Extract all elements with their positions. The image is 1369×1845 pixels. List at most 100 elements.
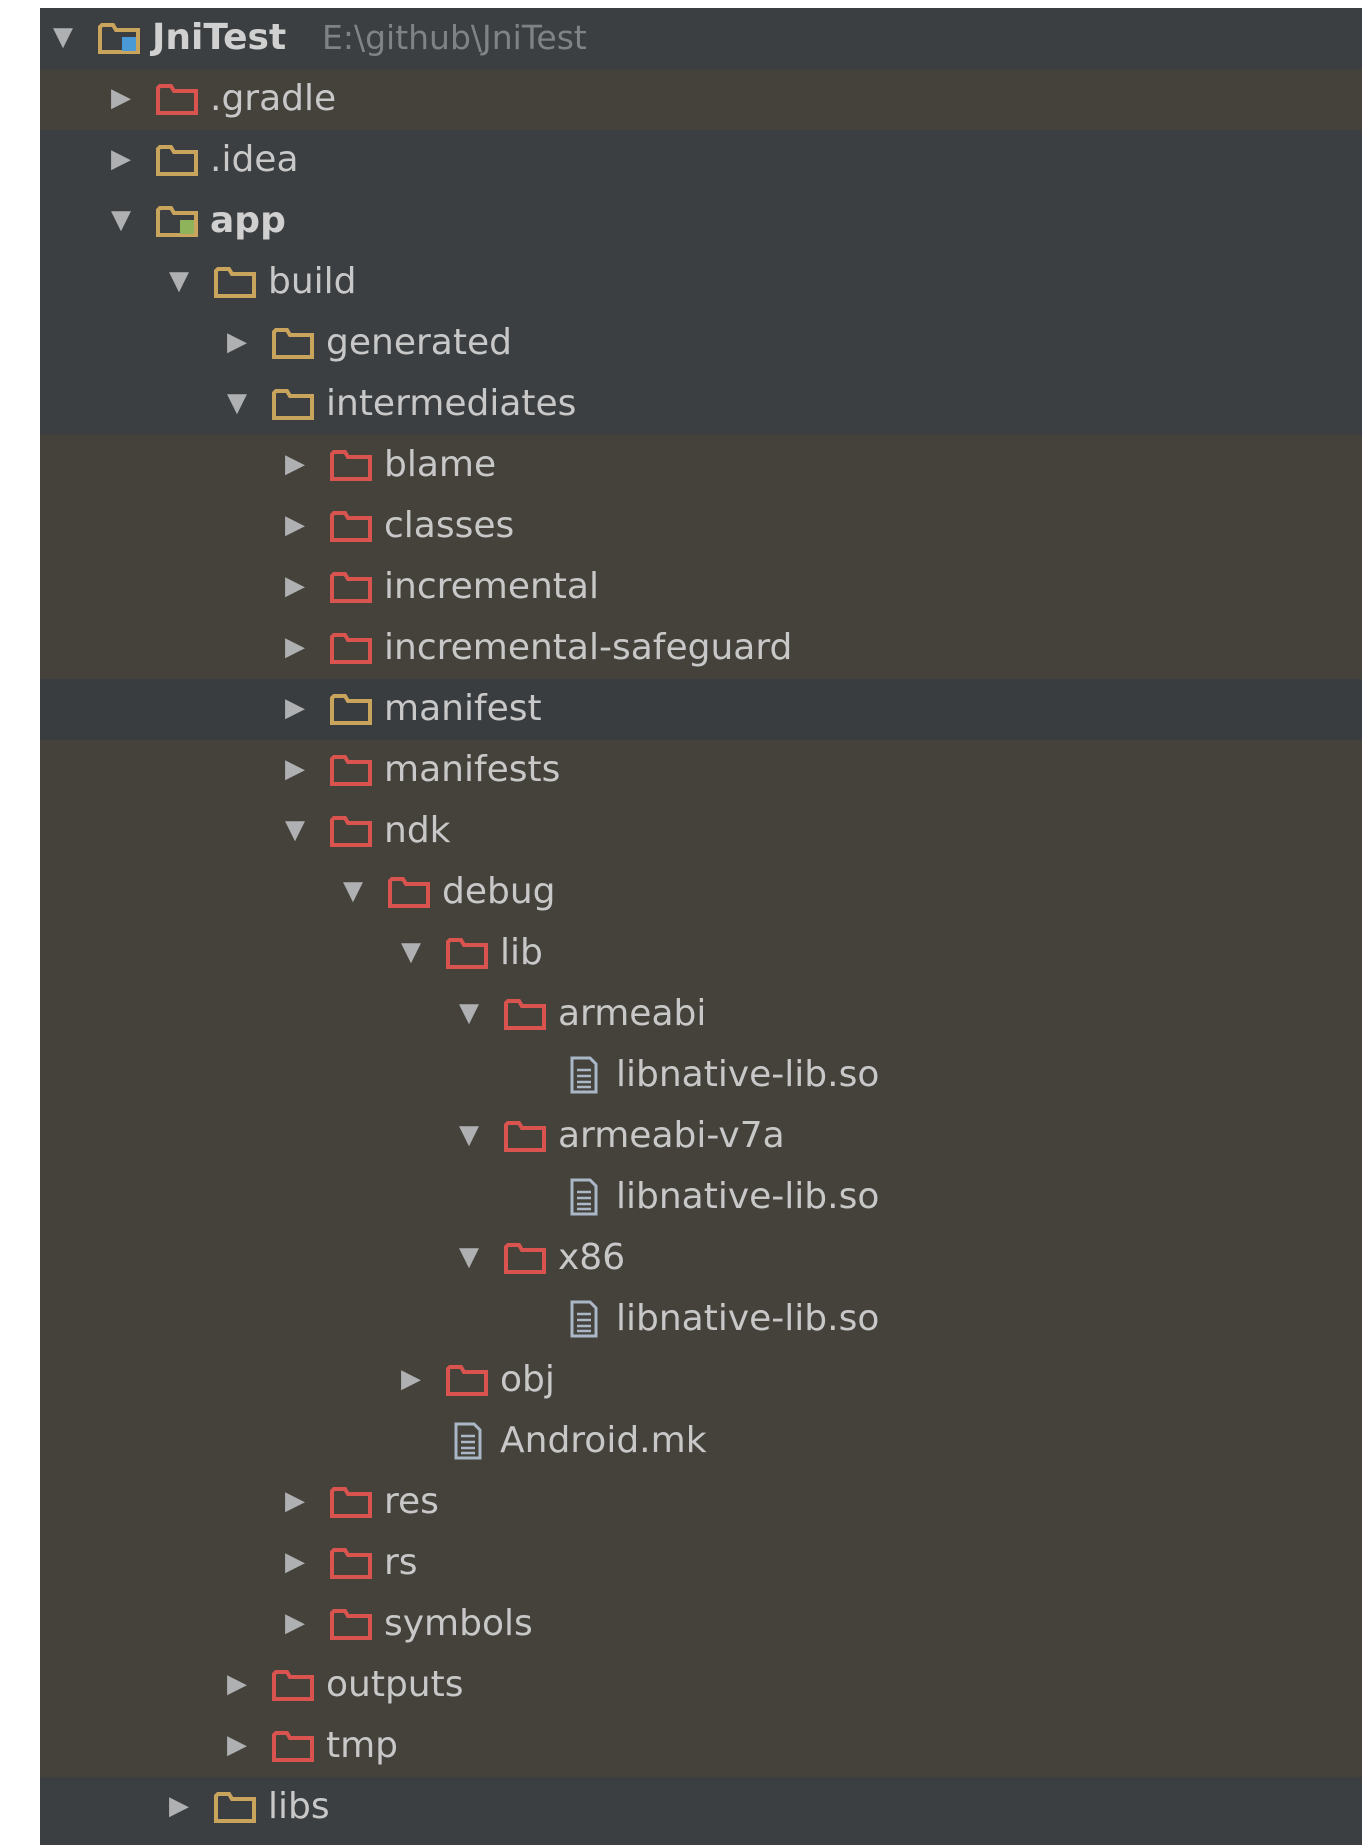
tree-item-label: manifest [384,688,542,729]
folder-excluded-icon [504,997,548,1031]
folder-excluded-icon [330,753,374,787]
tree-folder-row[interactable]: ▼ intermediates [40,374,1362,435]
tree-folder-row[interactable]: ▶ tmp [40,1716,1362,1777]
tree-item-label: JniTest [152,17,287,58]
tree-folder-row[interactable]: ▼ JniTest E:\github\JniTest [40,8,1362,69]
tree-item-label: debug [442,871,556,912]
tree-folder-row[interactable]: ▼ armeabi-v7a [40,1106,1362,1167]
expand-arrow-right-icon[interactable]: ▶ [280,1486,310,1516]
folder-excluded-icon [272,1729,316,1763]
expand-arrow-down-icon[interactable]: ▼ [280,815,310,845]
folder-excluded-icon [330,1546,374,1580]
expand-arrow-down-icon[interactable]: ▼ [454,1120,484,1150]
tree-item-label: armeabi-v7a [558,1115,785,1156]
expand-arrow-right-icon[interactable]: ▶ [280,571,310,601]
tree-folder-row[interactable]: ▶ blame [40,435,1362,496]
tree-folder-row[interactable]: ▶ .gradle [40,69,1362,130]
tree-item-label: classes [384,505,515,546]
expand-arrow-right-icon[interactable]: ▶ [106,83,136,113]
tree-file-row[interactable]: Android.mk [40,1411,1362,1472]
tree-folder-row[interactable]: ▼ app [40,191,1362,252]
file-icon [446,1422,490,1460]
tree-item-label: armeabi [558,993,707,1034]
folder-excluded-icon [504,1119,548,1153]
tree-folder-row[interactable]: ▼ build [40,252,1362,313]
tree-item-label: generated [326,322,512,363]
folder-icon [272,387,316,421]
folder-excluded-icon [330,1485,374,1519]
folder-excluded-icon [446,936,490,970]
tree-item-label: x86 [558,1237,626,1278]
folder-excluded-icon [330,814,374,848]
expand-arrow-down-icon[interactable]: ▼ [454,1242,484,1272]
tree-folder-row[interactable]: ▶ .idea [40,130,1362,191]
tree-item-label: libs [268,1786,330,1827]
expand-arrow-right-icon[interactable]: ▶ [222,1730,252,1760]
expand-arrow-right-icon[interactable]: ▶ [280,1547,310,1577]
folder-excluded-icon [330,1607,374,1641]
folder-excluded-icon [272,1668,316,1702]
expand-arrow-right-icon[interactable]: ▶ [280,449,310,479]
tree-item-label: symbols [384,1603,533,1644]
tree-folder-row[interactable]: ▶ obj [40,1350,1362,1411]
tree-file-row[interactable]: libnative-lib.so [40,1289,1362,1350]
tree-file-row[interactable]: libnative-lib.so [40,1167,1362,1228]
tree-folder-row[interactable]: ▼ x86 [40,1228,1362,1289]
tree-folder-row[interactable]: ▶ incremental-safeguard [40,618,1362,679]
tree-folder-row[interactable]: ▼ debug [40,862,1362,923]
tree-folder-row[interactable]: ▶ outputs [40,1655,1362,1716]
folder-icon [214,1790,258,1824]
tree-folder-row[interactable]: ▶ manifest [40,679,1362,740]
expand-arrow-right-icon[interactable]: ▶ [396,1364,426,1394]
expand-arrow-down-icon[interactable]: ▼ [106,205,136,235]
tree-folder-row[interactable]: ▶ res [40,1472,1362,1533]
tree-item-label: .idea [210,139,299,180]
tree-file-row[interactable]: libnative-lib.so [40,1045,1362,1106]
file-icon [562,1300,606,1338]
project-path-label: E:\github\JniTest [322,18,587,57]
folder-icon [214,265,258,299]
expand-arrow-down-icon[interactable]: ▼ [396,937,426,967]
folder-excluded-icon [330,570,374,604]
tree-item-label: build [268,261,357,302]
tree-folder-row[interactable]: ▶ manifests [40,740,1362,801]
tree-item-label: rs [384,1542,418,1583]
expand-arrow-down-icon[interactable]: ▼ [454,998,484,1028]
folder-icon [156,143,200,177]
tree-folder-row[interactable]: ▶ classes [40,496,1362,557]
tree-folder-row[interactable]: ▼ armeabi [40,984,1362,1045]
folder-icon [330,692,374,726]
tree-folder-row[interactable]: ▶ generated [40,313,1362,374]
tree-folder-row[interactable]: ▼ ndk [40,801,1362,862]
tree-folder-row[interactable]: ▶ libs [40,1777,1362,1838]
tree-item-label: .gradle [210,78,337,119]
expand-arrow-right-icon[interactable]: ▶ [280,754,310,784]
expand-arrow-down-icon[interactable]: ▼ [164,266,194,296]
tree-folder-row[interactable]: ▶ incremental [40,557,1362,618]
tree-folder-row[interactable]: ▼ lib [40,923,1362,984]
expand-arrow-down-icon[interactable]: ▼ [222,388,252,418]
folder-excluded-icon [330,509,374,543]
expand-arrow-right-icon[interactable]: ▶ [280,632,310,662]
tree-item-label: lib [500,932,543,973]
tree-folder-row[interactable]: ▶ symbols [40,1594,1362,1655]
expand-arrow-down-icon[interactable]: ▼ [338,876,368,906]
tree-item-label: ndk [384,810,451,851]
expand-arrow-right-icon[interactable]: ▶ [164,1791,194,1821]
tree-item-label: obj [500,1359,555,1400]
tree-folder-row[interactable]: ▶ rs [40,1533,1362,1594]
project-module-icon [98,21,142,55]
folder-icon [272,326,316,360]
expand-arrow-right-icon[interactable]: ▶ [106,144,136,174]
folder-excluded-icon [504,1241,548,1275]
tree-item-label: libnative-lib.so [616,1176,880,1217]
expand-arrow-right-icon[interactable]: ▶ [280,510,310,540]
tree-item-label: intermediates [326,383,577,424]
expand-arrow-right-icon[interactable]: ▶ [280,693,310,723]
expand-arrow-right-icon[interactable]: ▶ [280,1608,310,1638]
expand-arrow-right-icon[interactable]: ▶ [222,1669,252,1699]
expand-arrow-down-icon[interactable]: ▼ [48,22,78,52]
tree-item-label: app [210,200,286,241]
expand-arrow-right-icon[interactable]: ▶ [222,327,252,357]
tree-item-label: libnative-lib.so [616,1298,880,1339]
